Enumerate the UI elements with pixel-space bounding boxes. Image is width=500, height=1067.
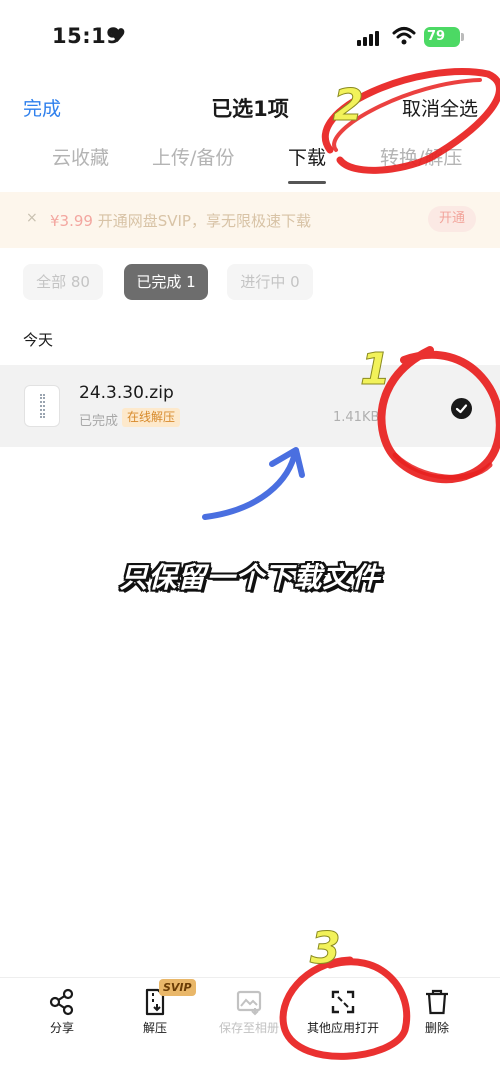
battery-tip (461, 33, 464, 41)
banner-close-icon[interactable]: × (26, 210, 38, 226)
banner-text: ¥3.99 开通网盘SVIP，享无限极速下载 (50, 210, 311, 231)
delete-button[interactable]: 删除 (392, 978, 482, 1058)
share-icon (49, 988, 74, 1016)
banner-message: 开通网盘SVIP，享无限极速下载 (92, 212, 311, 230)
zip-file-icon (24, 385, 60, 427)
share-button[interactable]: 分享 (17, 978, 107, 1058)
tab-download[interactable]: 下载 (288, 143, 326, 170)
annotation-number-3: 3 (310, 923, 341, 974)
file-size: 1.41KB (333, 410, 380, 425)
save-photo-icon (236, 990, 262, 1016)
unzip-label: 解压 (142, 1021, 167, 1035)
open-with-other-app-button[interactable]: 其他应用打开 (298, 978, 388, 1058)
done-button[interactable]: 完成 (23, 94, 61, 121)
date-group-label: 今天 (23, 331, 54, 349)
wifi-icon (392, 27, 416, 45)
trash-icon (426, 989, 448, 1015)
svip-promo-banner: × ¥3.99 开通网盘SVIP，享无限极速下载 开通 (0, 192, 500, 248)
battery-indicator: 79 (424, 27, 460, 47)
category-tabs: 云收藏 上传/备份 下载 转换/解压 (0, 143, 500, 187)
tab-convert-unzip[interactable]: 转换/解压 (380, 143, 462, 170)
bottom-action-toolbar: 分享 解压 保存至相册 其他应用打开 删除 (0, 977, 500, 1067)
selected-check-icon[interactable] (451, 398, 472, 419)
open-with-label: 其他应用打开 (306, 1021, 379, 1035)
annotation-arrow (202, 449, 298, 520)
page-title: 已选1项 (211, 97, 289, 121)
filter-chip-completed[interactable]: 已完成 1 (124, 264, 208, 300)
battery-level: 79 (427, 29, 446, 44)
filter-chip-in-progress[interactable]: 进行中 0 (227, 264, 313, 300)
open-svip-button[interactable]: 开通 (428, 206, 476, 232)
file-list-item[interactable]: 24.3.30.zip 已完成 在线解压 1.41KB (0, 365, 500, 447)
save-to-album-label: 保存至相册 (218, 1021, 279, 1035)
share-label: 分享 (49, 1021, 74, 1035)
status-bar: 15:19 ♥ 79 (0, 0, 500, 72)
annotation-caption: 只保留一个下载文件 (119, 561, 381, 594)
heart-icon: ♥ (109, 25, 127, 47)
tab-upload-backup[interactable]: 上传/备份 (152, 143, 234, 170)
online-unzip-badge[interactable]: 在线解压 (122, 408, 181, 427)
save-to-album-button[interactable]: 保存至相册 (204, 978, 294, 1058)
tab-cloud-favorites[interactable]: 云收藏 (52, 143, 109, 170)
banner-price: ¥3.99 (50, 212, 93, 230)
deselect-all-button[interactable]: 取消全选 (402, 94, 478, 121)
cellular-signal-icon (357, 30, 381, 46)
active-tab-indicator (288, 181, 326, 184)
file-status: 已完成 (79, 414, 119, 429)
annotation-number-2: 2 (333, 80, 364, 131)
filter-chip-all[interactable]: 全部 80 (23, 264, 103, 300)
svip-badge: SVIP (159, 979, 196, 996)
open-with-icon (331, 990, 355, 1014)
delete-label: 删除 (424, 1021, 449, 1035)
file-name: 24.3.30.zip (79, 383, 174, 403)
